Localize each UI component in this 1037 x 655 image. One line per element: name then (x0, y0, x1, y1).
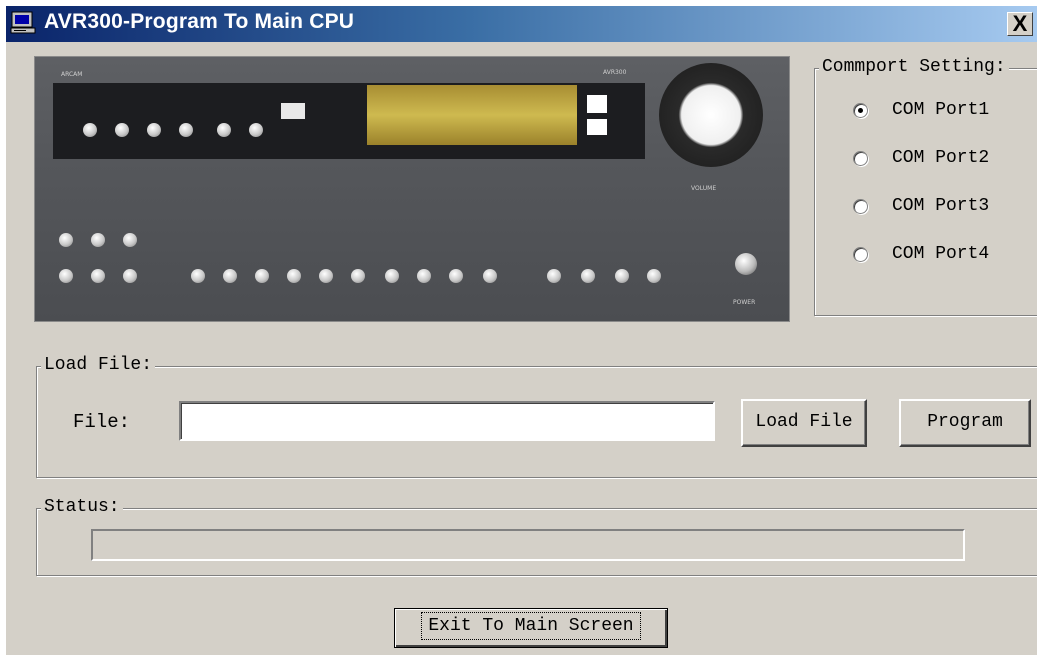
load-file-group-label: Load File: (41, 355, 156, 375)
panel-button (417, 269, 431, 283)
program-button[interactable]: Program (899, 399, 1031, 447)
volume-knob (659, 63, 763, 167)
panel-button (449, 269, 463, 283)
display-logo-badge (587, 95, 607, 113)
panel-knob (83, 123, 97, 137)
display-logo-badge (587, 119, 607, 135)
load-file-button[interactable]: Load File (741, 399, 867, 447)
radio-label: COM Port2 (892, 148, 990, 168)
panel-button (59, 233, 73, 247)
close-button[interactable]: X (1007, 12, 1033, 36)
file-label: File: (73, 411, 131, 433)
panel-knob (217, 123, 231, 137)
panel-button (483, 269, 497, 283)
panel-button (191, 269, 205, 283)
radio-label: COM Port1 (892, 100, 990, 120)
panel-button (91, 269, 105, 283)
panel-brand-text: ARCAM (61, 71, 83, 78)
computer-icon (10, 11, 36, 35)
radio-com-port4[interactable]: COM Port4 (853, 241, 989, 267)
panel-button (351, 269, 365, 283)
status-group-label: Status: (41, 497, 123, 517)
panel-button (91, 233, 105, 247)
power-button-image (735, 253, 757, 275)
status-group: Status: (36, 497, 1037, 576)
status-progress-bar (91, 529, 965, 561)
panel-button (287, 269, 301, 283)
title-bar[interactable]: AVR300-Program To Main CPU X (6, 6, 1037, 42)
load-file-group: Load File: File: Load File Program (36, 355, 1037, 478)
window-title: AVR300-Program To Main CPU (44, 10, 355, 33)
panel-button (255, 269, 269, 283)
panel-button (223, 269, 237, 283)
radio-com-port3[interactable]: COM Port3 (853, 193, 989, 219)
panel-button (319, 269, 333, 283)
radio-label: COM Port3 (892, 196, 990, 216)
panel-button (123, 269, 137, 283)
radio-com-port2[interactable]: COM Port2 (853, 145, 989, 171)
panel-button (647, 269, 661, 283)
vfd-display (367, 85, 577, 145)
volume-label: VOLUME (691, 185, 717, 192)
radio-button[interactable] (853, 246, 868, 262)
panel-knob (115, 123, 129, 137)
panel-knob (249, 123, 263, 137)
panel-button (123, 233, 137, 247)
panel-model-text: AVR300 (603, 69, 627, 76)
program-window: AVR300-Program To Main CPU X ARCAM AVR30… (6, 6, 1037, 655)
panel-button (547, 269, 561, 283)
commport-group-label: Commport Setting: (819, 57, 1009, 77)
file-path-input[interactable] (179, 401, 715, 441)
panel-knob (179, 123, 193, 137)
radio-com-port1[interactable]: COM Port1 (853, 97, 989, 123)
panel-button (59, 269, 73, 283)
panel-button (581, 269, 595, 283)
radio-button[interactable] (853, 102, 868, 118)
radio-label: COM Port4 (892, 244, 990, 264)
exit-to-main-screen-button[interactable]: Exit To Main Screen (394, 608, 668, 648)
radio-button[interactable] (853, 150, 868, 166)
av-receiver-front-panel-image: ARCAM AVR300 VOLUME POWER (34, 56, 790, 322)
panel-knob (147, 123, 161, 137)
commport-setting-group: Commport Setting: COM Port1 COM Port2 CO… (814, 57, 1037, 316)
panel-button (385, 269, 399, 283)
panel-button (615, 269, 629, 283)
power-label: POWER (733, 299, 756, 306)
exit-button-label: Exit To Main Screen (421, 612, 641, 640)
panel-logo-badge (281, 103, 305, 119)
radio-button[interactable] (853, 198, 868, 214)
